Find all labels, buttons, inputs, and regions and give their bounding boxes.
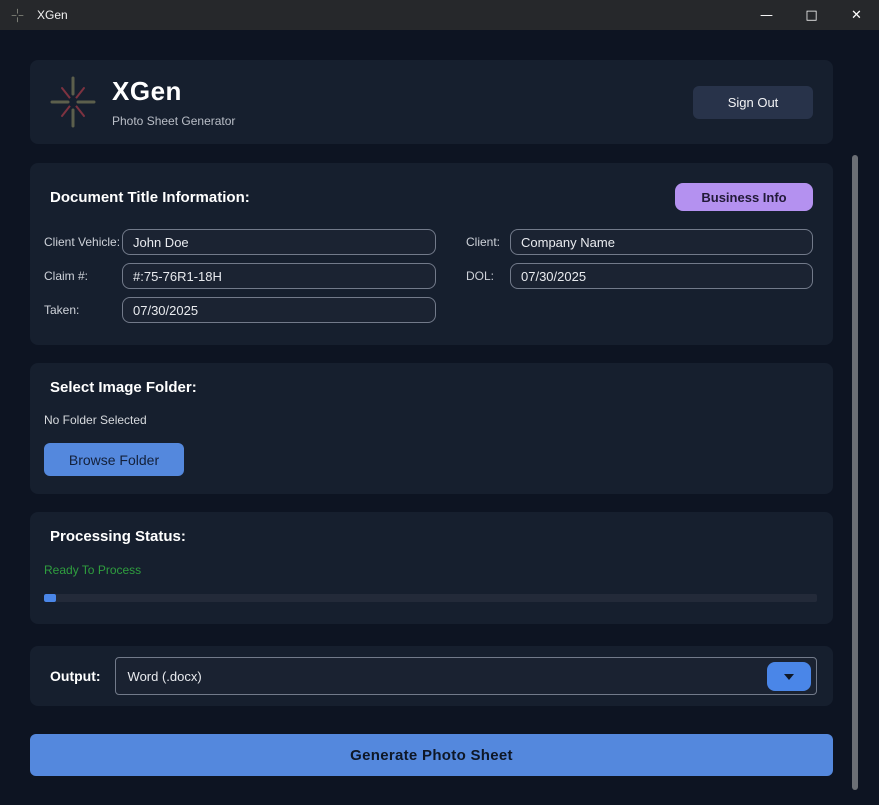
taken-date-label: Taken:	[44, 303, 122, 317]
xgen-logo-icon	[50, 75, 96, 129]
output-section: Output: Word (.docx)	[30, 646, 833, 706]
dol-input[interactable]	[510, 263, 813, 289]
sign-out-button[interactable]: Sign Out	[693, 86, 813, 119]
minimize-button[interactable]: —	[744, 0, 789, 30]
maximize-button[interactable]: □	[789, 0, 834, 30]
app-subtitle: Photo Sheet Generator	[112, 114, 235, 128]
folder-section: Select Image Folder: No Folder Selected …	[30, 363, 833, 494]
progress-bar-fill	[44, 594, 56, 602]
folder-heading: Select Image Folder:	[44, 379, 813, 396]
output-dropdown-button[interactable]	[767, 662, 811, 691]
browse-folder-button[interactable]: Browse Folder	[44, 443, 184, 476]
output-label: Output:	[44, 668, 101, 684]
header-text: XGen Photo Sheet Generator	[112, 76, 235, 128]
dol-label: DOL:	[466, 269, 510, 283]
document-info-heading: Document Title Information:	[44, 189, 250, 206]
document-info-section: Document Title Information: Business Inf…	[30, 163, 833, 345]
document-info-form: Client Vehicle: Claim #: Taken: Client:	[44, 229, 813, 323]
taken-date-input[interactable]	[122, 297, 436, 323]
processing-heading: Processing Status:	[44, 528, 817, 545]
client-label: Client:	[466, 235, 510, 249]
progress-bar	[44, 594, 817, 602]
claim-number-label: Claim #:	[44, 269, 122, 283]
main-content: XGen Photo Sheet Generator Sign Out Docu…	[0, 30, 879, 776]
business-info-button[interactable]: Business Info	[675, 183, 813, 211]
client-input[interactable]	[510, 229, 813, 255]
titlebar: XGen — □ ✕	[0, 0, 879, 30]
folder-status-text: No Folder Selected	[44, 413, 813, 427]
app-crosshair-icon	[10, 8, 25, 23]
processing-status-text: Ready To Process	[44, 563, 817, 577]
claim-number-input[interactable]	[122, 263, 436, 289]
generate-photo-sheet-button[interactable]: Generate Photo Sheet	[30, 734, 833, 776]
app-header: XGen Photo Sheet Generator Sign Out	[30, 60, 833, 144]
close-button[interactable]: ✕	[834, 0, 879, 30]
client-vehicle-label: Client Vehicle:	[44, 235, 122, 249]
app-name: XGen	[112, 76, 235, 107]
vertical-scrollbar[interactable]	[852, 155, 858, 790]
output-format-select[interactable]: Word (.docx)	[115, 657, 817, 695]
output-selected-value: Word (.docx)	[116, 669, 202, 684]
chevron-down-icon	[784, 674, 794, 680]
processing-section: Processing Status: Ready To Process	[30, 512, 833, 624]
window-title: XGen	[37, 8, 68, 22]
client-vehicle-input[interactable]	[122, 229, 436, 255]
